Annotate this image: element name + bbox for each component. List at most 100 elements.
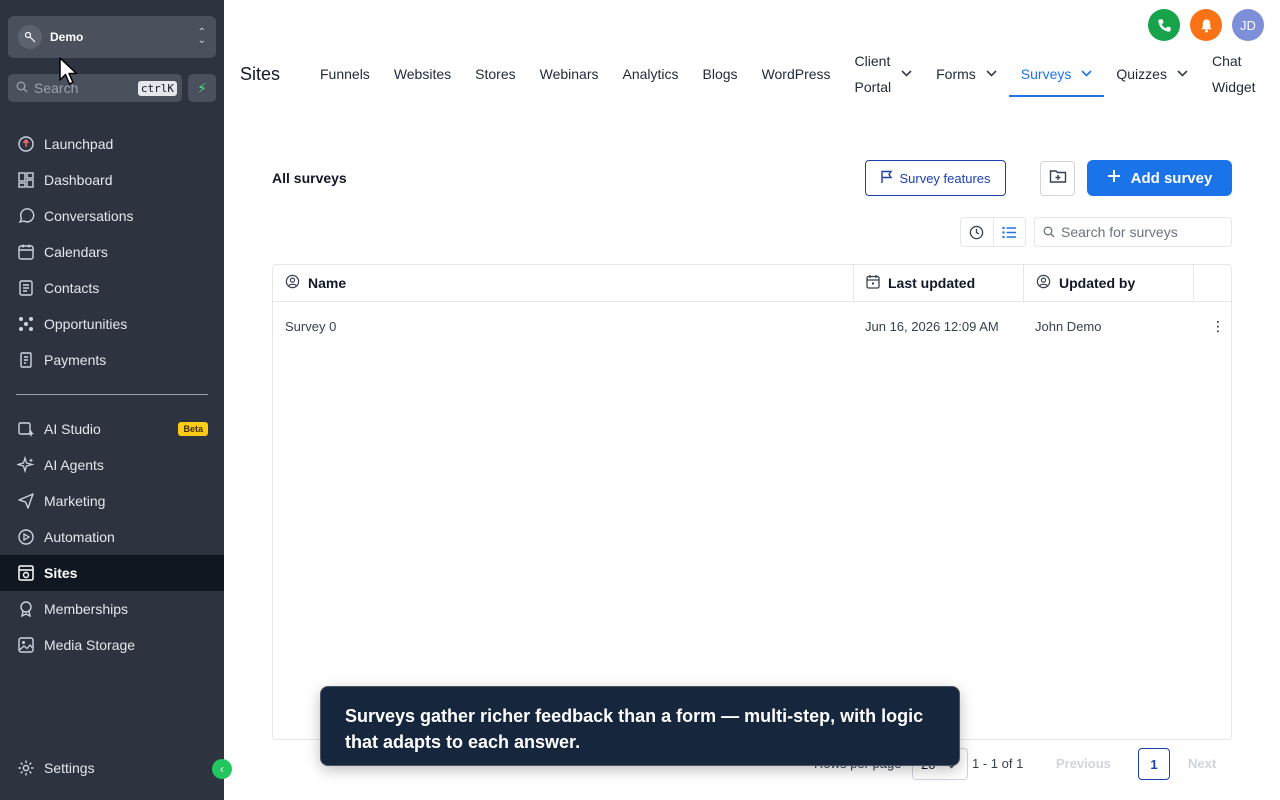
dashboard-icon	[16, 170, 36, 190]
tab-qr-codes[interactable]: QRCo	[1268, 48, 1280, 100]
tab-analytics[interactable]: Analytics	[611, 48, 691, 100]
list-view-icon[interactable]	[992, 218, 1026, 246]
tab-label-line2: Widget	[1211, 79, 1256, 95]
sites-icon	[16, 563, 36, 583]
previous-page-button[interactable]: Previous	[1056, 756, 1111, 771]
tab-label: Funnels	[320, 66, 370, 82]
sidebar-item-label: Launchpad	[44, 136, 114, 152]
chevron-down-icon	[986, 61, 997, 87]
survey-name-cell[interactable]: Survey 0	[273, 319, 853, 334]
column-header-label: Updated by	[1059, 275, 1136, 291]
surveys-table: Name Last updated Updated by Survey 0 Ju…	[272, 264, 1232, 740]
tab-label: Client	[854, 53, 891, 69]
sidebar-item-sites[interactable]: Sites	[0, 555, 224, 591]
last-updated-cell: Jun 16, 2026 12:09 AM	[865, 318, 999, 334]
next-page-button[interactable]: Next	[1188, 756, 1216, 771]
sidebar-nav-primary: Launchpad Dashboard Conversations Calend…	[0, 126, 224, 378]
sidebar-item-marketing[interactable]: Marketing	[0, 483, 224, 519]
tab-label: Surveys	[1020, 66, 1072, 82]
sidebar-item-ai-agents[interactable]: AI Agents	[0, 447, 224, 483]
sidebar-item-label: Contacts	[44, 280, 100, 296]
phone-icon[interactable]	[1148, 9, 1180, 41]
column-header-last-updated[interactable]: Last updated	[853, 265, 1023, 301]
tab-blogs[interactable]: Blogs	[691, 48, 750, 100]
sidebar-item-memberships[interactable]: Memberships	[0, 591, 224, 627]
chat-icon	[16, 206, 36, 226]
new-folder-button[interactable]	[1040, 161, 1075, 196]
sidebar-item-label: Memberships	[44, 601, 129, 617]
sidebar-item-label: Marketing	[44, 493, 106, 509]
tab-funnels[interactable]: Funnels	[308, 48, 382, 100]
tab-websites[interactable]: Websites	[382, 48, 463, 100]
launchpad-icon	[16, 134, 36, 154]
sidebar-item-opportunities[interactable]: Opportunities	[0, 306, 224, 342]
column-header-label: Last updated	[888, 275, 976, 291]
mouse-cursor-icon	[59, 57, 78, 85]
sidebar-item-payments[interactable]: Payments	[0, 342, 224, 378]
pagination-range: 1 - 1 of 1	[972, 756, 1024, 771]
survey-search-input[interactable]	[1061, 224, 1221, 240]
sidebar-nav-secondary: AI Studio Beta AI Agents Marketing Autom…	[0, 411, 224, 663]
avatar[interactable]: JD	[1232, 9, 1264, 41]
contacts-icon	[16, 278, 36, 298]
tab-label: Forms	[936, 66, 976, 82]
sidebar: Demo ⌃ ⌄ Search ctrlK ⚡ Launchpad Dashboa…	[0, 0, 232, 800]
survey-search	[1034, 217, 1232, 247]
column-header-actions	[1193, 265, 1231, 301]
account-switcher[interactable]: Demo ⌃ ⌄	[8, 16, 216, 58]
sidebar-item-settings[interactable]: Settings	[0, 750, 224, 786]
sidebar-item-label: Dashboard	[44, 172, 113, 188]
sidebar-item-conversations[interactable]: Conversations	[0, 198, 224, 234]
tab-label: Quizzes	[1116, 66, 1167, 82]
tab-client-portal[interactable]: Client Portal	[843, 48, 925, 100]
tab-webinars[interactable]: Webinars	[528, 48, 611, 100]
sidebar-item-label: Calendars	[44, 244, 108, 260]
page-number-button[interactable]: 1	[1138, 748, 1170, 780]
opportunities-icon	[16, 314, 36, 334]
column-header-updated-by[interactable]: Updated by	[1023, 265, 1193, 301]
view-toggle	[960, 217, 1026, 247]
sidebar-settings-group: Settings	[0, 750, 224, 786]
automation-icon	[16, 527, 36, 547]
survey-features-label: Survey features	[899, 170, 991, 186]
top-header: Sites Funnels Websites Stores Webinars A…	[224, 0, 1280, 112]
sidebar-item-automation[interactable]: Automation	[0, 519, 224, 555]
account-name: Demo	[50, 30, 84, 44]
tab-forms[interactable]: Forms	[924, 48, 1009, 100]
add-survey-button[interactable]: Add survey	[1087, 160, 1232, 196]
tab-label: Analytics	[622, 66, 679, 82]
survey-features-button[interactable]: Survey features	[865, 160, 1006, 196]
chevron-down-icon	[1177, 61, 1188, 87]
tab-surveys[interactable]: Surveys	[1008, 48, 1105, 100]
chevron-down-icon	[1081, 61, 1092, 87]
plus-icon	[1107, 169, 1121, 187]
sidebar-item-launchpad[interactable]: Launchpad	[0, 126, 224, 162]
quick-action-bolt-icon[interactable]: ⚡	[188, 74, 216, 102]
sidebar-item-calendars[interactable]: Calendars	[0, 234, 224, 270]
sidebar-item-contacts[interactable]: Contacts	[0, 270, 224, 306]
collapse-sidebar-chevron-icon[interactable]: ‹	[212, 759, 232, 779]
sidebar-item-media-storage[interactable]: Media Storage	[0, 627, 224, 663]
sidebar-item-ai-studio[interactable]: AI Studio Beta	[0, 411, 224, 447]
more-vertical-icon[interactable]: ⋮	[1193, 318, 1231, 335]
ai-studio-icon	[16, 419, 36, 439]
flag-icon	[880, 170, 894, 187]
tab-bar: Funnels Websites Stores Webinars Analyti…	[308, 48, 1280, 100]
recent-view-clock-icon[interactable]	[961, 218, 993, 246]
search-icon	[1043, 226, 1055, 238]
column-header-label: Name	[308, 275, 347, 291]
sidebar-search[interactable]: Search ctrlK	[8, 74, 182, 102]
table-row[interactable]: Survey 0 Jun 16, 2026 12:09 AM John Demo…	[273, 302, 1231, 350]
sidebar-divider	[16, 394, 208, 395]
tab-chat-widget[interactable]: Chat Widget	[1200, 48, 1268, 100]
tab-quizzes[interactable]: Quizzes	[1104, 48, 1200, 100]
image-icon	[16, 635, 36, 655]
bell-icon[interactable]	[1190, 9, 1222, 41]
beta-badge: Beta	[178, 422, 208, 436]
tab-stores[interactable]: Stores	[463, 48, 527, 100]
chevron-updown-icon: ⌃ ⌄	[197, 27, 206, 46]
gear-icon	[16, 758, 36, 778]
tab-wordpress[interactable]: WordPress	[750, 48, 843, 100]
column-header-name[interactable]: Name	[273, 265, 853, 301]
sidebar-item-dashboard[interactable]: Dashboard	[0, 162, 224, 198]
